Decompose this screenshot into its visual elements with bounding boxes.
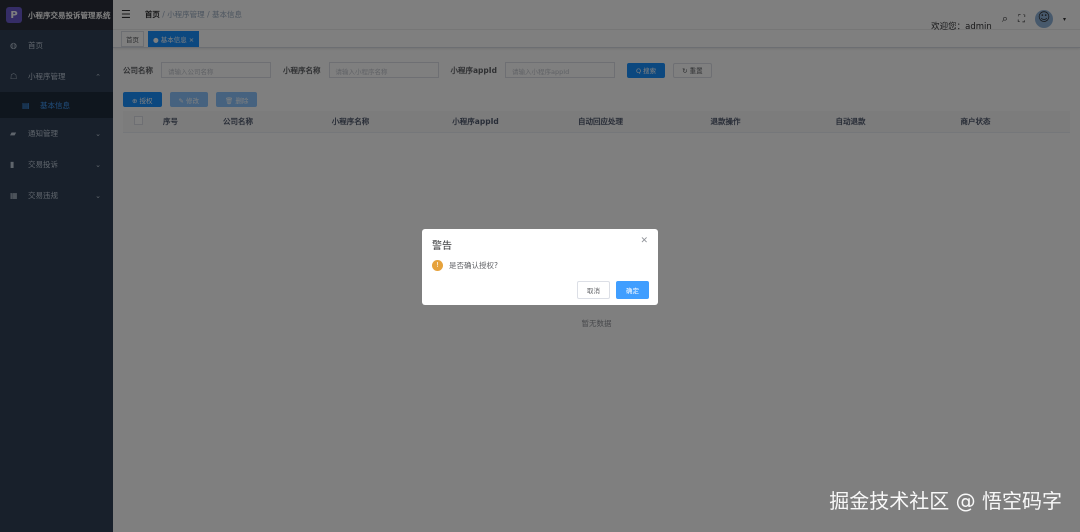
confirm-dialog: 警告 ✕ ! 是否确认授权? 取消 确定: [422, 229, 658, 305]
confirm-button[interactable]: 确定: [616, 281, 649, 299]
dialog-message: 是否确认授权?: [449, 261, 498, 270]
cancel-button[interactable]: 取消: [577, 281, 610, 299]
watermark: 掘金技术社区 @ 悟空码字: [829, 489, 1062, 513]
warning-icon: !: [432, 260, 443, 271]
close-icon[interactable]: ✕: [640, 236, 648, 246]
dialog-title: 警告: [432, 241, 452, 252]
